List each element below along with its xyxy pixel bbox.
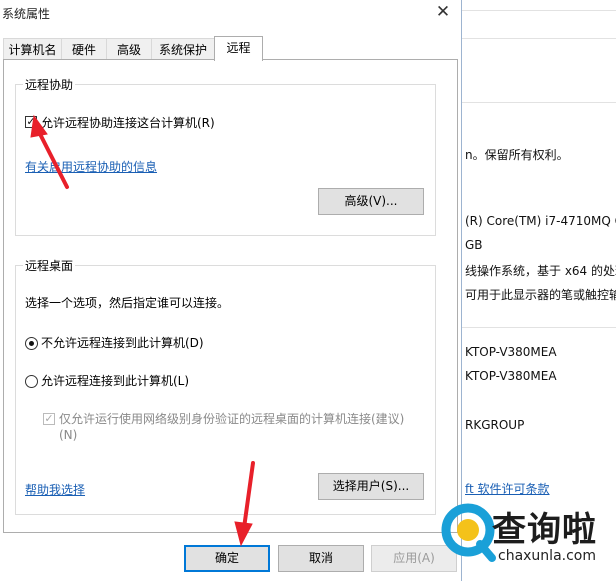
watermark-subtext: chaxunla.com bbox=[498, 548, 596, 564]
annotation-arrows bbox=[30, 114, 255, 547]
watermark-text: 查询啦 bbox=[492, 510, 597, 550]
magnifier-logo-icon bbox=[441, 503, 496, 562]
arrow-to-checkbox-icon bbox=[30, 114, 69, 189]
tab-remote[interactable]: 远程 bbox=[214, 36, 263, 61]
arrow-to-ok-icon bbox=[234, 461, 255, 547]
watermark-logo: 查询啦 chaxunla.com bbox=[440, 496, 616, 581]
